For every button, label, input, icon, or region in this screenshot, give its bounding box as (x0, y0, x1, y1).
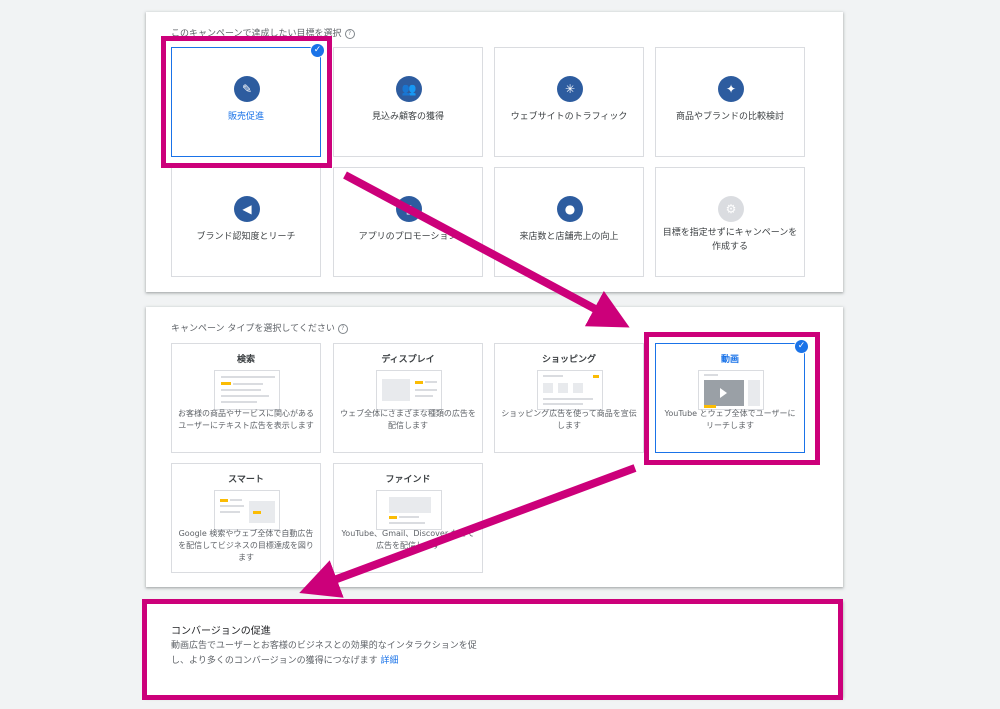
type-desc: YouTube、Gmail、Discover などで広告を配信します (341, 529, 475, 550)
cursor-click-icon: ✳ (557, 76, 583, 102)
goal-label: 見込み顧客の獲得 (371, 112, 444, 122)
check-icon: ✓ (794, 339, 809, 354)
goal-label: アプリのプロモーション (358, 232, 458, 242)
check-icon: ✓ (310, 43, 325, 58)
display-thumbnail (376, 370, 442, 410)
speaker-icon: ◀ (234, 196, 260, 222)
goal-card-leads[interactable]: 👥 見込み顧客の獲得 (333, 47, 483, 157)
goal-card-no-goal[interactable]: ⚙ 目標を指定せずにキャンペーンを作成する (655, 167, 805, 277)
type-card-search[interactable]: 検索 お客様の商品やサービスに関心があるユーザーにテキスト広告を表示します (171, 343, 321, 453)
goal-card-app[interactable]: ▯ アプリのプロモーション (333, 167, 483, 277)
gear-icon: ⚙ (718, 196, 744, 222)
goal-card-awareness[interactable]: ◀ ブランド認知度とリーチ (171, 167, 321, 277)
goal-card-traffic[interactable]: ✳ ウェブサイトのトラフィック (494, 47, 644, 157)
type-card-discovery[interactable]: ファインド YouTube、Gmail、Discover などで広告を配信します (333, 463, 483, 573)
goal-label: 目標を指定せずにキャンペーンを作成する (662, 228, 798, 252)
goal-card-consideration[interactable]: ✦ 商品やブランドの比較検討 (655, 47, 805, 157)
video-thumbnail (698, 370, 764, 410)
tag-icon: ✎ (234, 76, 260, 102)
type-desc: Google 検索やウェブ全体で自動広告を配信してビジネスの目標達成を図ります (178, 529, 314, 562)
people-icon: 👥 (396, 76, 422, 102)
goal-section-label: このキャンペーンで達成したい目標を選択? (171, 26, 355, 39)
type-title: 動画 (720, 355, 739, 365)
campaign-type-panel: キャンペーン タイプを選択してください? 検索 お客様の商品やサービスに関心があ… (146, 307, 843, 587)
type-title: 検索 (236, 355, 255, 365)
goal-label: ウェブサイトのトラフィック (510, 112, 628, 122)
type-desc: ショッピング広告を使って商品を宣伝します (501, 409, 637, 430)
type-card-shopping[interactable]: ショッピング ショッピング広告を使って商品を宣伝します (494, 343, 644, 453)
search-thumbnail (214, 370, 280, 410)
type-desc: YouTube とウェブ全体でユーザーにリーチします (664, 409, 796, 430)
type-title: スマート (228, 475, 264, 485)
sparkle-icon: ✦ (718, 76, 744, 102)
help-icon[interactable]: ? (337, 323, 348, 334)
phone-icon: ▯ (396, 196, 422, 222)
goal-label: 来店数と店舗売上の向上 (519, 232, 619, 242)
goal-panel: このキャンペーンで達成したい目標を選択? ✎ 販売促進 ✓ 👥 見込み顧客の獲得… (146, 12, 843, 292)
help-icon[interactable]: ? (344, 28, 355, 39)
discovery-thumbnail (376, 490, 442, 530)
goal-label: 販売促進 (227, 112, 264, 122)
type-title: ショッピング (541, 355, 596, 365)
type-card-video[interactable]: 動画 YouTube とウェブ全体でユーザーにリーチします ✓ (655, 339, 809, 453)
type-title: ディスプレイ (381, 355, 435, 365)
goal-card-sales[interactable]: ✎ 販売促進 ✓ (171, 43, 325, 157)
location-pin-icon: ● (557, 196, 583, 222)
conversion-title: コンバージョンの促進 (171, 626, 271, 637)
conversion-description: 動画広告でユーザーとお客様のビジネスとの効果的なインタラクションを促し、より多く… (171, 641, 477, 666)
goal-label: ブランド認知度とリーチ (196, 232, 296, 242)
type-title: ファインド (385, 475, 431, 485)
learn-more-link[interactable]: 詳細 (381, 656, 399, 666)
type-desc: ウェブ全体にさまざまな種類の広告を配信します (340, 409, 476, 430)
type-card-display[interactable]: ディスプレイ ウェブ全体にさまざまな種類の広告を配信します (333, 343, 483, 453)
type-section-label: キャンペーン タイプを選択してください? (171, 321, 348, 334)
smart-thumbnail (214, 490, 280, 530)
goal-card-store[interactable]: ● 来店数と店舗売上の向上 (494, 167, 644, 277)
goal-label: 商品やブランドの比較検討 (675, 112, 784, 122)
shopping-thumbnail (537, 370, 603, 410)
type-card-smart[interactable]: スマート Google 検索やウェブ全体で自動広告を配信してビジネスの目標達成を… (171, 463, 321, 573)
type-desc: お客様の商品やサービスに関心があるユーザーにテキスト広告を表示します (178, 409, 314, 430)
conversion-panel: コンバージョンの促進 動画広告でユーザーとお客様のビジネスとの効果的なインタラク… (146, 601, 843, 697)
